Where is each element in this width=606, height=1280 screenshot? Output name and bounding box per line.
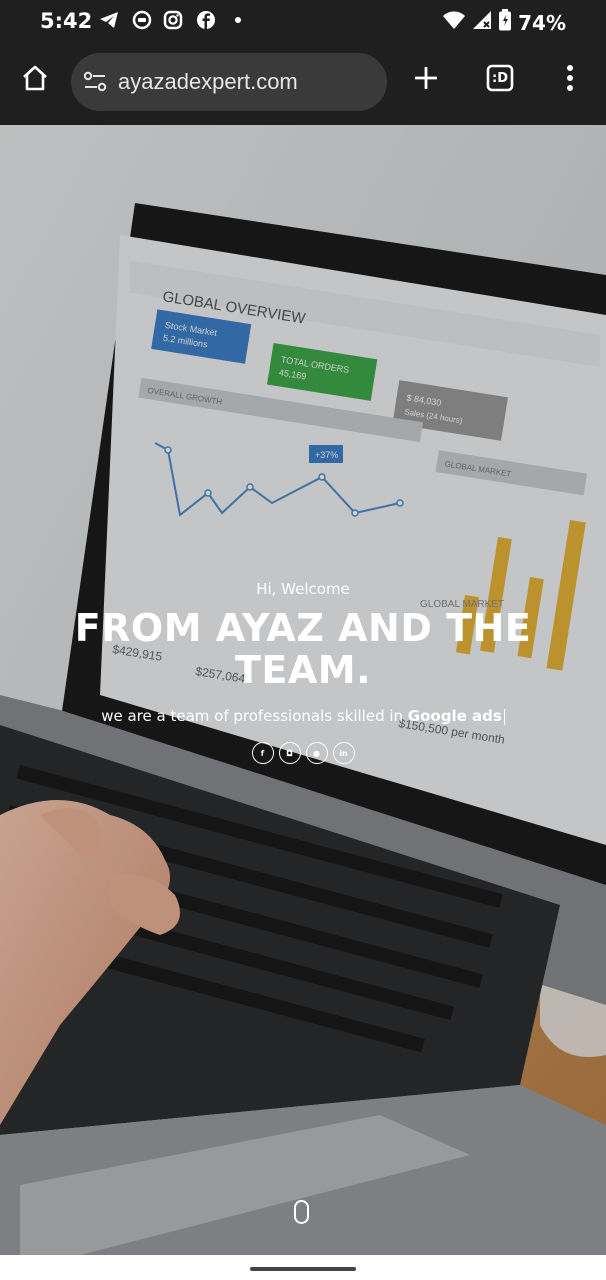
tab-switcher-button[interactable]: :D [478,56,522,100]
address-bar[interactable]: ayazadexpert.com [71,53,387,111]
tab-switcher-label: :D [492,70,508,86]
site-settings-icon[interactable] [83,71,107,93]
new-tab-button[interactable] [404,56,448,100]
linkedin-icon: in [339,748,348,758]
url-text[interactable]: ayazadexpert.com [118,69,298,95]
wifi-icon [442,10,466,35]
telegram-icon [98,9,120,31]
menu-button[interactable] [548,56,592,100]
facebook-icon: f [260,748,265,758]
browser-toolbar: ayazadexpert.com :D [0,42,606,125]
camera-link[interactable]: ● [305,742,328,764]
linkedin-link[interactable]: in [332,742,355,764]
status-bar: 5:42 74% [0,0,606,42]
battery-icon [498,9,512,36]
scroll-down-indicator[interactable] [294,1200,309,1224]
hero-headline: FROM AYAZ AND THE TEAM. [74,606,532,692]
cellular-icon [472,10,492,35]
facebook-icon [195,9,217,31]
instagram-icon: ◘ [286,748,293,758]
social-links: f ◘ ● in [0,742,606,764]
system-indicators: 74% [442,9,566,36]
tagline-highlight: Google ads [407,707,502,725]
gesture-nav-bar [0,1255,606,1280]
instagram-icon [162,9,184,31]
dot-icon [227,9,249,31]
tagline-prefix: we are a team of professionals skilled i… [101,707,408,725]
hero-section: GLOBAL OVERVIEW Stock Market 5.2 million… [0,125,606,1255]
instagram-link[interactable]: ◘ [278,742,301,764]
camera-icon: ● [313,748,320,758]
hero-tagline: we are a team of professionals skilled i… [0,707,606,725]
typing-caret [503,708,505,725]
status-time: 5:42 [40,9,93,33]
home-gesture-handle[interactable] [250,1267,356,1271]
messenger-icon [131,9,153,31]
facebook-link[interactable]: f [251,742,274,764]
welcome-text: Hi, Welcome [256,580,350,598]
home-icon [23,65,47,91]
home-button[interactable] [13,56,57,100]
plus-icon [415,67,437,89]
battery-percent: 74% [518,10,566,35]
more-vert-icon [567,65,573,91]
